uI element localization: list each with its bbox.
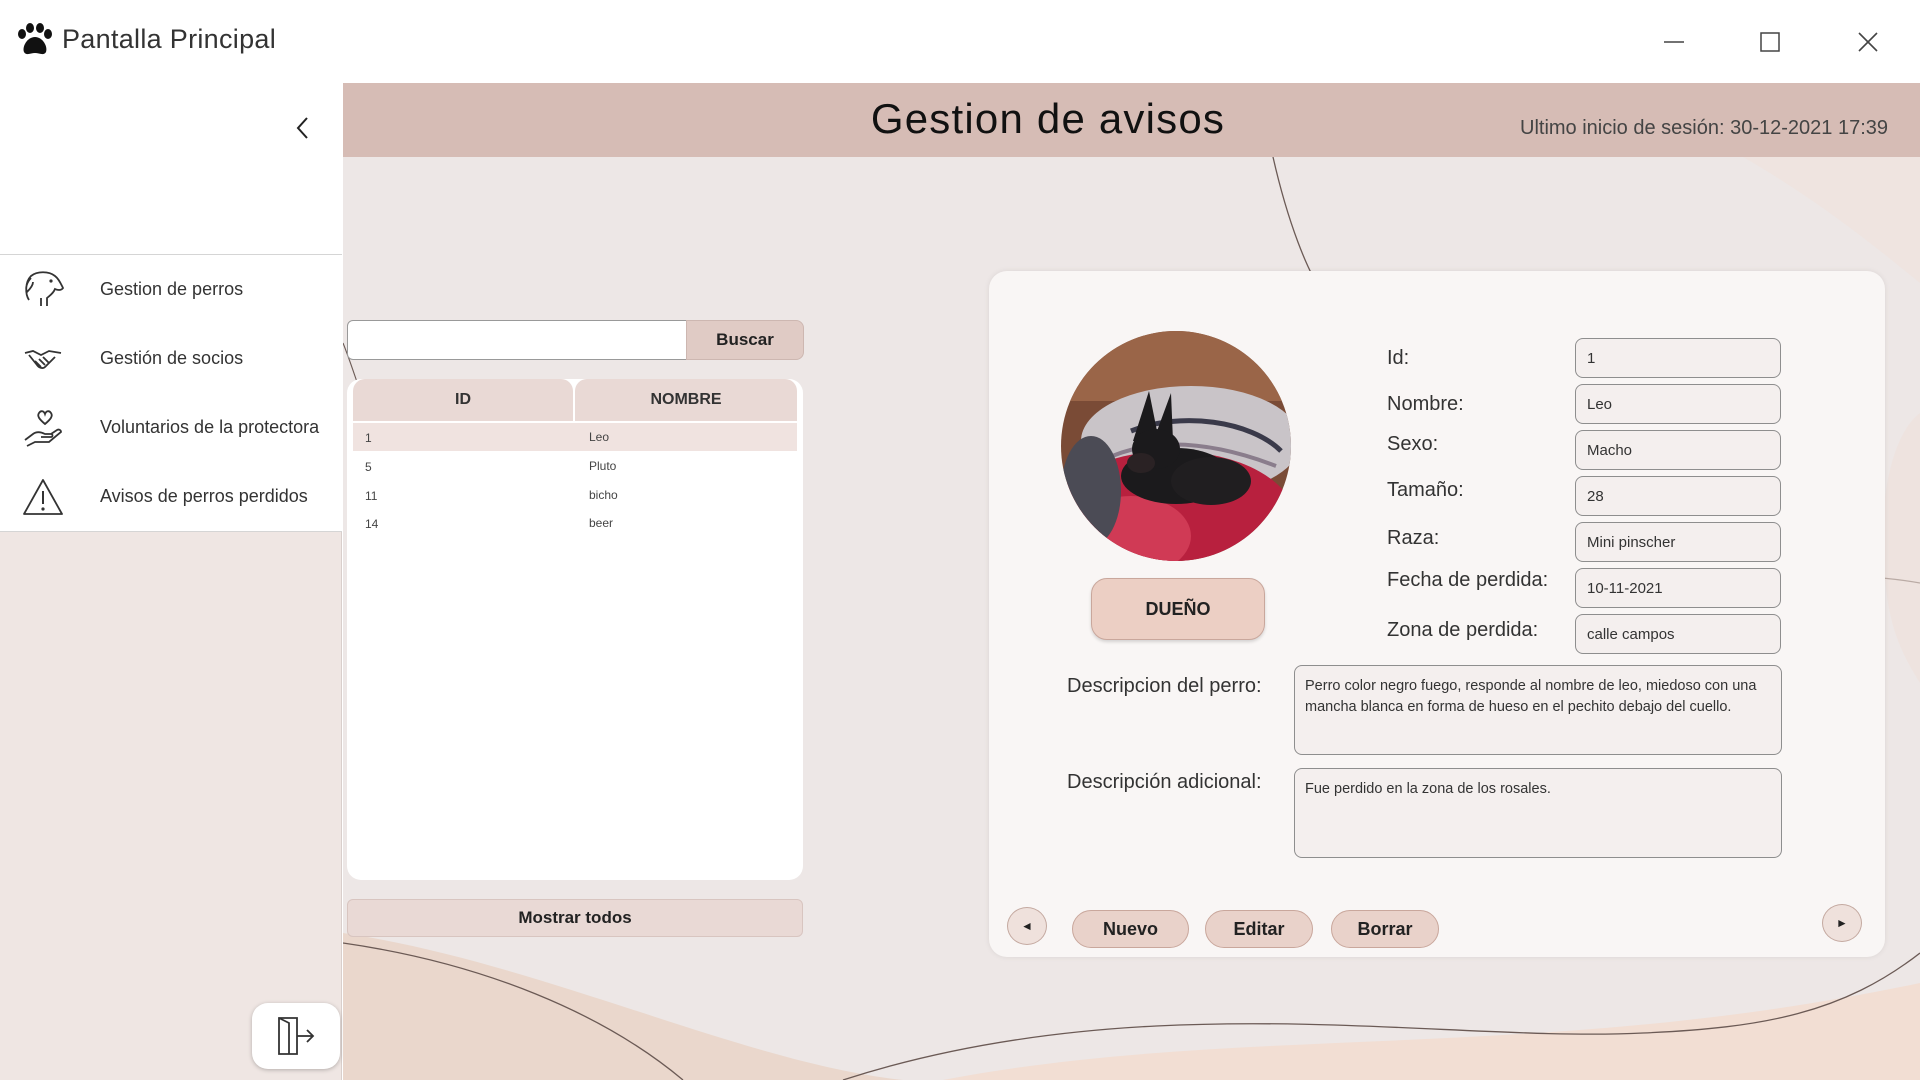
column-header-id[interactable]: ID	[353, 379, 573, 421]
row-name: Leo	[589, 430, 610, 444]
new-button[interactable]: Nuevo	[1072, 910, 1189, 948]
row-id: 14	[365, 517, 379, 531]
edit-button[interactable]: Editar	[1205, 910, 1313, 948]
sidebar-item-label: Avisos de perros perdidos	[100, 486, 308, 506]
close-button[interactable]	[1846, 20, 1890, 64]
additional-label: Descripción adicional:	[1067, 771, 1262, 793]
sidebar-item-avisos[interactable]: Avisos de perros perdidos	[0, 462, 342, 531]
additional-textarea[interactable]: Fue perdido en la zona de los rosales.	[1294, 768, 1782, 858]
owner-button[interactable]: DUEÑO	[1091, 578, 1265, 640]
dogs-list: ID NOMBRE 1 Leo 5 Pluto 11 bicho 14 beer	[347, 379, 803, 880]
close-icon	[1858, 32, 1878, 52]
logout-icon	[278, 1017, 315, 1055]
sidebar-item-gestion-socios[interactable]: Gestión de socios	[0, 324, 342, 393]
sidebar-item-voluntarios[interactable]: Voluntarios de la protectora	[0, 393, 342, 462]
search-button[interactable]: Buscar	[686, 320, 804, 360]
window-title: Pantalla Principal	[62, 24, 277, 54]
table-row[interactable]: 14 beer	[353, 509, 797, 537]
row-id: 11	[365, 489, 378, 503]
field-label-raza: Raza:	[1387, 527, 1440, 549]
sidebar-header	[0, 83, 342, 255]
row-id: 5	[365, 460, 372, 474]
name-field[interactable]: Leo	[1575, 384, 1781, 424]
description-textarea[interactable]: Perro color negro fuego, responde al nom…	[1294, 665, 1782, 755]
handshake-icon	[20, 336, 66, 382]
logout-button[interactable]	[252, 1003, 340, 1069]
sidebar-menu: Gestion de perros Gestión de socios Volu…	[0, 255, 342, 532]
field-label-tamano: Tamaño:	[1387, 479, 1464, 501]
breed-field[interactable]: Mini pinscher	[1575, 522, 1781, 562]
delete-button[interactable]: Borrar	[1331, 910, 1439, 948]
sidebar-item-label: Gestion de perros	[100, 279, 244, 299]
title-bar: Pantalla Principal	[0, 0, 1920, 83]
lost-date-field[interactable]: 10-11-2021	[1575, 568, 1781, 608]
previous-button[interactable]: ◄	[1007, 907, 1047, 945]
minimize-icon	[1664, 41, 1684, 43]
collapse-sidebar-button[interactable]	[285, 110, 321, 146]
maximize-button[interactable]	[1748, 20, 1792, 64]
row-name: beer	[589, 516, 614, 530]
sidebar: Gestion de perros Gestión de socios Volu…	[0, 83, 342, 1080]
lost-zone-field[interactable]: calle campos	[1575, 614, 1781, 654]
warning-icon	[20, 474, 66, 520]
description-label: Descripcion del perro:	[1067, 675, 1262, 697]
field-label-sexo: Sexo:	[1387, 433, 1439, 455]
size-field[interactable]: 28	[1575, 476, 1781, 516]
id-field[interactable]: 1	[1575, 338, 1781, 378]
table-row[interactable]: 1 Leo	[353, 423, 797, 451]
table-row[interactable]: 5 Pluto	[353, 452, 797, 480]
table-row[interactable]: 11 bicho	[353, 481, 797, 509]
column-header-nombre[interactable]: NOMBRE	[575, 379, 797, 421]
sidebar-item-label: Voluntarios de la protectora	[100, 417, 320, 437]
next-button[interactable]: ►	[1822, 904, 1862, 942]
dog-icon	[20, 267, 66, 313]
main-content: Gestion de avisos Ultimo inicio de sesió…	[343, 83, 1920, 1080]
chevron-left-icon	[296, 117, 308, 139]
sidebar-item-gestion-perros[interactable]: Gestion de perros	[0, 255, 342, 324]
search-input[interactable]	[347, 320, 690, 360]
page-header: Gestion de avisos Ultimo inicio de sesió…	[343, 83, 1920, 157]
paw-icon	[18, 23, 52, 55]
row-id: 1	[365, 431, 372, 445]
dog-photo	[1061, 331, 1291, 561]
field-label-zona: Zona de perdida:	[1387, 619, 1539, 641]
maximize-icon	[1760, 32, 1780, 52]
detail-card: DUEÑO Id: 1 Nombre: Leo Sexo: Macho Tama…	[989, 271, 1885, 957]
row-name: Pluto	[589, 459, 617, 473]
field-label-fecha: Fecha de perdida:	[1387, 569, 1549, 591]
last-login-text: Ultimo inicio de sesión: 30-12-2021 17:3…	[1520, 117, 1888, 139]
sidebar-item-label: Gestión de socios	[100, 348, 244, 368]
field-label-nombre: Nombre:	[1387, 393, 1464, 415]
row-name: bicho	[589, 488, 618, 502]
minimize-button[interactable]	[1652, 20, 1696, 64]
field-label-id: Id:	[1387, 347, 1410, 369]
sex-field[interactable]: Macho	[1575, 430, 1781, 470]
show-all-button[interactable]: Mostrar todos	[347, 899, 803, 937]
heart-hand-icon	[20, 405, 66, 451]
